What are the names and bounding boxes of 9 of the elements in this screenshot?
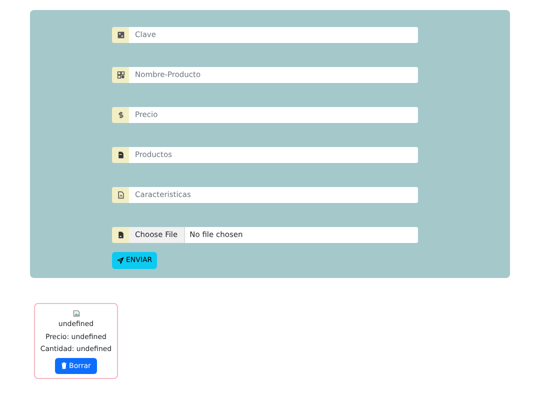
document-icon <box>116 151 124 159</box>
dollar-icon <box>116 111 124 119</box>
broken-image-icon <box>72 310 80 317</box>
qr-code-icon <box>116 31 124 39</box>
send-icon <box>117 256 124 264</box>
document-icon <box>116 191 124 199</box>
grid-icon <box>116 71 124 79</box>
image-file-icon <box>116 231 124 239</box>
trash-icon <box>61 362 68 370</box>
